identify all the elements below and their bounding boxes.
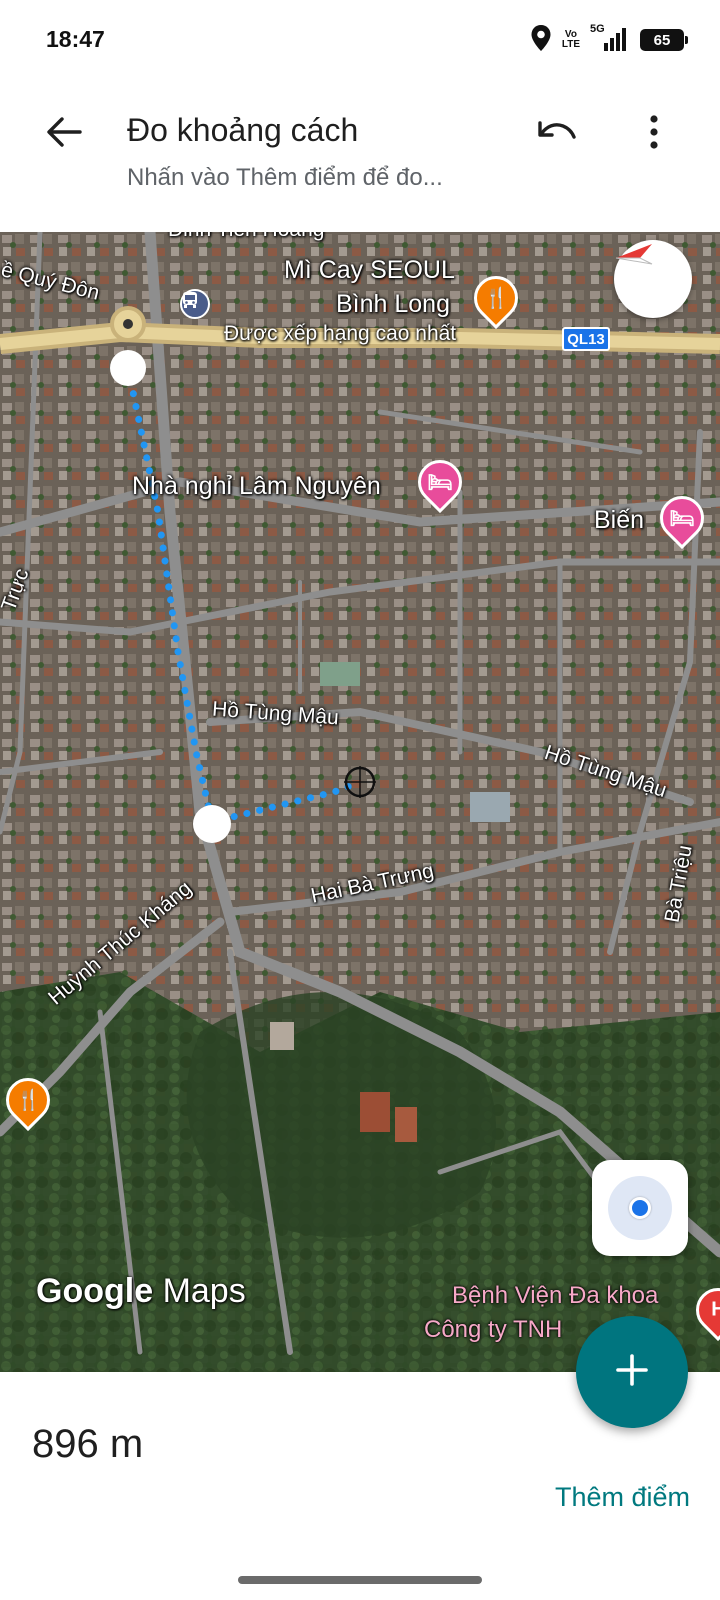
plus-icon — [615, 1353, 649, 1392]
my-location-button[interactable] — [592, 1160, 688, 1256]
highway-shield: QL13 — [562, 327, 610, 351]
gesture-bar[interactable] — [238, 1576, 482, 1584]
poi-hotel2-name[interactable]: Biến — [594, 506, 644, 535]
status-icons: Vo LTE 5G 65 — [530, 23, 688, 57]
app-bar: Đo khoảng cách Nhấn vào Thêm điểm để đo.… — [0, 80, 720, 232]
status-time: 18:47 — [46, 26, 105, 52]
undo-button[interactable] — [532, 110, 582, 158]
back-button[interactable] — [36, 110, 92, 158]
poi-restaurant-name-2[interactable]: Bình Long — [336, 290, 450, 319]
poi-hospital-name-2[interactable]: Công ty TNH — [424, 1316, 562, 1344]
signal-icon: 5G — [590, 23, 630, 53]
poi-hospital-name-1[interactable]: Bệnh Viện Đa khoa — [452, 1282, 658, 1310]
compass-button[interactable] — [614, 240, 692, 318]
bus-stop-icon[interactable] — [180, 289, 210, 319]
page-subtitle: Nhấn vào Thêm điểm để đo... — [127, 164, 443, 191]
volte-icon: Vo LTE — [562, 30, 580, 50]
watermark-maps: Maps — [162, 1272, 246, 1310]
poi-restaurant-tag: Được xếp hạng cao nhất — [224, 322, 457, 345]
add-point-fab[interactable] — [576, 1316, 688, 1428]
undo-icon — [536, 117, 578, 152]
status-bar: 18:47 Vo LTE 5G 65 — [0, 0, 720, 80]
distance-value: 896 m — [32, 1422, 144, 1466]
page-title: Đo khoảng cách — [127, 112, 359, 148]
volte-bottom: LTE — [561, 39, 580, 50]
battery-level: 65 — [653, 31, 671, 49]
back-arrow-icon — [46, 116, 82, 153]
watermark-google: Google — [36, 1272, 154, 1310]
poi-hotel-name[interactable]: Nhà nghỉ Lâm Nguyên — [132, 472, 381, 501]
battery-icon: 65 — [640, 29, 688, 51]
poi-restaurant-name-1[interactable]: Mì Cay SEOUL — [284, 256, 455, 285]
location-icon — [530, 24, 552, 57]
measure-point-start[interactable] — [110, 350, 146, 386]
my-location-icon — [608, 1176, 672, 1240]
google-maps-watermark: Google Maps — [36, 1272, 246, 1311]
add-point-button[interactable]: Thêm điểm — [555, 1482, 690, 1513]
measure-point-mid[interactable] — [193, 805, 231, 843]
road-label-dinh-tien-hoang: Đinh Tiên Hoàng — [168, 232, 324, 242]
more-vertical-icon — [649, 114, 659, 154]
more-options-button[interactable] — [634, 110, 674, 158]
map-view[interactable]: ề Quý Đôn Hồ Tùng Mậu Hồ Tùng Mậu Hai Bà… — [0, 232, 720, 1372]
